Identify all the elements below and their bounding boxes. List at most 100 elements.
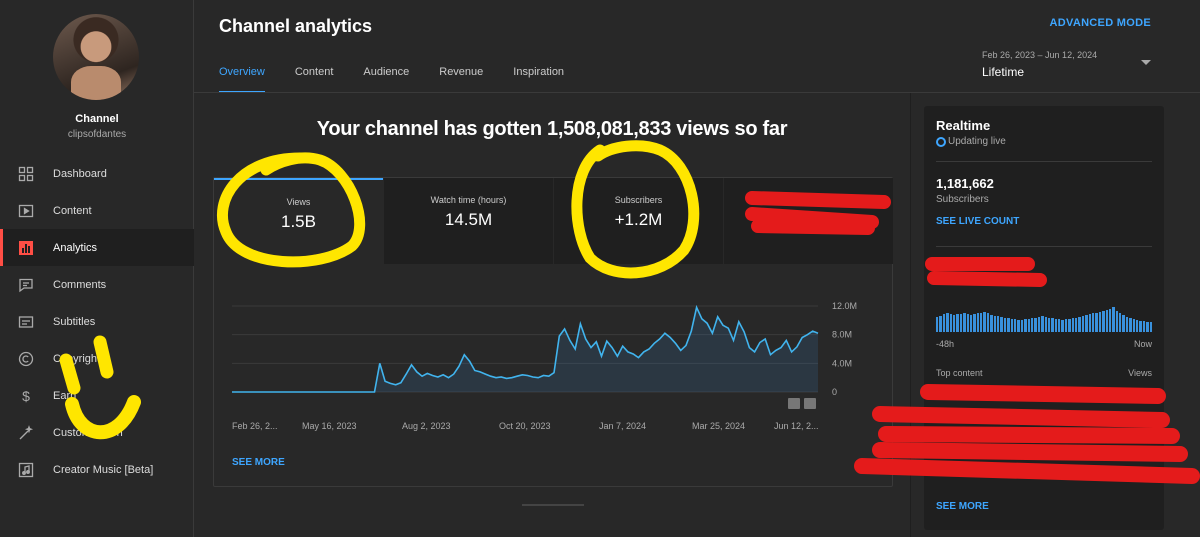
realtime-bar bbox=[1146, 321, 1149, 332]
y-tick-label: 0 bbox=[832, 387, 837, 397]
realtime-bar bbox=[980, 312, 983, 332]
realtime-bar bbox=[983, 312, 986, 332]
realtime-bar bbox=[1024, 319, 1027, 332]
realtime-bar bbox=[1108, 308, 1112, 332]
realtime-bar bbox=[1020, 320, 1024, 332]
metric-tab-views[interactable]: Views 1.5B bbox=[214, 178, 383, 264]
see-live-count-button[interactable]: SEE LIVE COUNT bbox=[936, 216, 1019, 227]
realtime-bar bbox=[1085, 315, 1088, 332]
realtime-bar bbox=[1058, 319, 1061, 332]
x-tick-label: May 16, 2023 bbox=[302, 421, 357, 431]
earn-icon: $ bbox=[22, 387, 30, 404]
avatar[interactable] bbox=[53, 14, 139, 100]
realtime-bar bbox=[1051, 318, 1054, 332]
music-icon bbox=[18, 462, 34, 478]
realtime-bar bbox=[1030, 318, 1034, 332]
tab-revenue[interactable]: Revenue bbox=[439, 66, 483, 93]
realtime-title: Realtime bbox=[936, 118, 991, 133]
sidebar-item-earn[interactable]: $ Earn bbox=[0, 377, 194, 414]
video-marker-icon[interactable] bbox=[788, 398, 800, 409]
video-marker-icon[interactable] bbox=[804, 398, 816, 409]
divider bbox=[936, 161, 1152, 162]
realtime-bar bbox=[969, 314, 973, 332]
date-range[interactable]: Feb 26, 2023 – Jun 12, 2024 bbox=[982, 50, 1097, 60]
metric-label: Views bbox=[286, 197, 311, 207]
customization-icon bbox=[18, 424, 34, 441]
metric-label: Watch time (hours) bbox=[430, 195, 507, 205]
tab-bar: Overview Content Audience Revenue Inspir… bbox=[219, 66, 594, 93]
realtime-bar bbox=[1010, 318, 1013, 332]
realtime-status-text: Updating live bbox=[948, 136, 1006, 147]
y-tick-label: 4.0M bbox=[832, 358, 852, 368]
realtime-bar bbox=[1149, 322, 1152, 332]
metric-tab-redacted[interactable] bbox=[724, 178, 893, 264]
subscriber-count-label: Subscribers bbox=[936, 194, 989, 205]
see-more-button[interactable]: SEE MORE bbox=[232, 457, 285, 468]
sidebar-item-customization[interactable]: Customization bbox=[0, 414, 194, 451]
realtime-bar bbox=[1047, 317, 1051, 332]
realtime-bar bbox=[976, 313, 980, 332]
sidebar-item-dashboard[interactable]: Dashboard bbox=[0, 155, 194, 192]
sidebar-item-copyright[interactable]: Copyright bbox=[0, 340, 194, 377]
header-divider bbox=[194, 92, 1200, 93]
panel-divider bbox=[910, 93, 911, 537]
realtime-bar bbox=[993, 315, 997, 332]
realtime-bar bbox=[1105, 309, 1108, 332]
tab-inspiration[interactable]: Inspiration bbox=[513, 66, 564, 93]
x-tick-label: Jun 12, 2... bbox=[774, 421, 819, 431]
tab-overview[interactable]: Overview bbox=[219, 66, 265, 93]
sidebar-item-subtitles[interactable]: Subtitles bbox=[0, 303, 194, 340]
realtime-bar-chart[interactable] bbox=[936, 302, 1152, 332]
realtime-bar bbox=[1119, 313, 1122, 332]
divider bbox=[936, 246, 1152, 247]
tab-audience[interactable]: Audience bbox=[363, 66, 409, 93]
views-column-label: Views bbox=[1128, 368, 1152, 378]
content-icon bbox=[18, 203, 34, 219]
realtime-bar bbox=[986, 313, 990, 332]
realtime-bar bbox=[1125, 317, 1129, 332]
realtime-bar bbox=[949, 314, 952, 332]
realtime-bar bbox=[1041, 316, 1044, 332]
sidebar-item-comments[interactable]: Comments bbox=[0, 266, 194, 303]
realtime-bar bbox=[1075, 317, 1078, 332]
sidebar-item-content[interactable]: Content bbox=[0, 192, 194, 229]
chevron-down-icon[interactable] bbox=[1141, 60, 1151, 65]
live-indicator-icon bbox=[936, 136, 946, 147]
sidebar-item-label: Content bbox=[53, 204, 92, 217]
sidebar-item-label: Creator Music [Beta] bbox=[53, 463, 154, 476]
sidebar-item-creator-music[interactable]: Creator Music [Beta] bbox=[0, 451, 194, 488]
comments-icon bbox=[18, 277, 34, 293]
realtime-bar bbox=[1112, 307, 1115, 332]
realtime-bar bbox=[1091, 313, 1095, 332]
realtime-bar bbox=[1095, 312, 1098, 332]
views-area bbox=[232, 307, 818, 392]
metric-value: 1.5B bbox=[281, 212, 316, 231]
realtime-bar bbox=[997, 316, 1000, 332]
x-tick-label: Oct 20, 2023 bbox=[499, 421, 551, 431]
subtitles-icon bbox=[18, 314, 34, 330]
x-tick-label: Aug 2, 2023 bbox=[402, 421, 451, 431]
realtime-see-more-button[interactable]: SEE MORE bbox=[936, 501, 989, 512]
realtime-bar bbox=[1129, 318, 1132, 332]
realtime-bar bbox=[1017, 320, 1020, 332]
realtime-bar bbox=[1078, 317, 1081, 332]
realtime-bar bbox=[1061, 320, 1064, 332]
sidebar-item-analytics[interactable]: Analytics bbox=[0, 229, 194, 266]
dashboard-icon bbox=[18, 166, 34, 182]
metric-label: Subscribers bbox=[614, 195, 663, 205]
realtime-bar bbox=[1102, 311, 1105, 332]
views-chart[interactable]: 12.0M 8.0M 4.0M 0 bbox=[214, 288, 892, 413]
realtime-status: Updating live bbox=[936, 136, 1006, 147]
metric-tab-watch-time[interactable]: Watch time (hours) 14.5M bbox=[384, 178, 553, 264]
period-select[interactable]: Lifetime bbox=[982, 65, 1024, 79]
realtime-bar bbox=[959, 313, 963, 332]
range-end-label: Now bbox=[1133, 339, 1152, 349]
advanced-mode-button[interactable]: ADVANCED MODE bbox=[1050, 17, 1151, 29]
sidebar-item-label: Subtitles bbox=[53, 315, 96, 328]
tab-content[interactable]: Content bbox=[295, 66, 334, 93]
realtime-bar bbox=[1098, 312, 1102, 332]
page-indicator bbox=[522, 504, 584, 506]
realtime-panel: Realtime Updating live 1,181,662 Subscri… bbox=[924, 106, 1164, 530]
metric-tab-subscribers[interactable]: Subscribers +1.2M bbox=[554, 178, 723, 264]
realtime-bar bbox=[1003, 317, 1007, 332]
